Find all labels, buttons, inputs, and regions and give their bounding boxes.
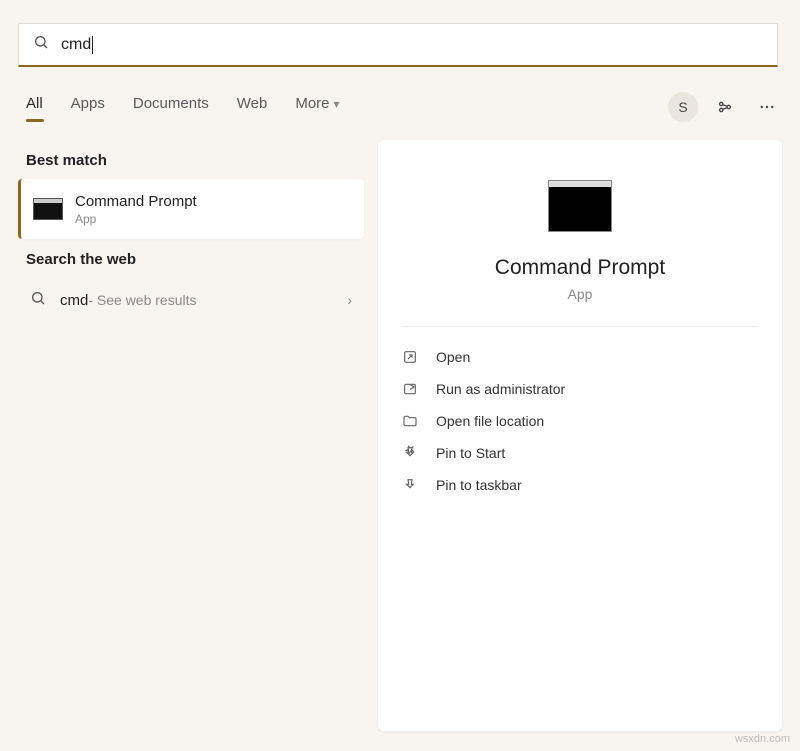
action-run-admin-label: Run as administrator (436, 381, 565, 397)
action-pin-taskbar[interactable]: Pin to taskbar (402, 469, 758, 501)
preview-actions: Open Run as administrator Open file loca… (402, 341, 758, 501)
search-web-result[interactable]: cmd - See web results › (18, 278, 364, 322)
result-subtitle: App (75, 212, 197, 226)
tab-more-label: More (295, 95, 329, 112)
best-match-result[interactable]: Command Prompt App (18, 179, 364, 239)
chevron-down-icon: ▾ (334, 97, 340, 111)
tab-more[interactable]: More ▾ (295, 95, 339, 120)
action-open-label: Open (436, 349, 470, 365)
action-open-location-label: Open file location (436, 413, 544, 429)
preview-app-icon (548, 180, 612, 232)
action-pin-start-label: Pin to Start (436, 445, 505, 461)
action-pin-start[interactable]: Pin to Start (402, 437, 758, 469)
tab-apps[interactable]: Apps (71, 95, 105, 120)
tab-all[interactable]: All (26, 95, 43, 120)
action-run-administrator[interactable]: Run as administrator (402, 373, 758, 405)
user-avatar[interactable]: S (668, 92, 698, 122)
watermark: wsxdn.com (735, 733, 790, 745)
search-icon (30, 290, 46, 311)
header-controls: S (668, 92, 782, 122)
command-prompt-icon (33, 198, 63, 220)
preview-panel: Command Prompt App Open Run as administr… (378, 140, 782, 731)
action-open-file-location[interactable]: Open file location (402, 405, 758, 437)
web-hint-text: - See web results (88, 292, 196, 308)
chevron-right-icon: › (347, 292, 352, 308)
tab-web[interactable]: Web (237, 95, 268, 120)
action-pin-taskbar-label: Pin to taskbar (436, 477, 522, 493)
preview-title: Command Prompt (495, 256, 665, 280)
web-query-text: cmd (60, 292, 88, 309)
tab-documents[interactable]: Documents (133, 95, 209, 120)
preview-subtitle: App (568, 286, 593, 302)
action-open[interactable]: Open (402, 341, 758, 373)
filter-tabs: All Apps Documents Web More ▾ S (26, 88, 782, 126)
share-icon[interactable] (710, 92, 740, 122)
result-text: Command Prompt App (75, 193, 197, 226)
search-bar[interactable]: cmd (18, 23, 778, 67)
best-match-header: Best match (26, 152, 364, 169)
web-result-left: cmd - See web results (30, 290, 197, 311)
results-body: Best match Command Prompt App Search the… (18, 140, 782, 731)
search-web-header: Search the web (26, 251, 364, 268)
divider (402, 326, 758, 327)
more-options-icon[interactable] (752, 92, 782, 122)
result-title: Command Prompt (75, 193, 197, 210)
results-list: Best match Command Prompt App Search the… (18, 140, 364, 731)
